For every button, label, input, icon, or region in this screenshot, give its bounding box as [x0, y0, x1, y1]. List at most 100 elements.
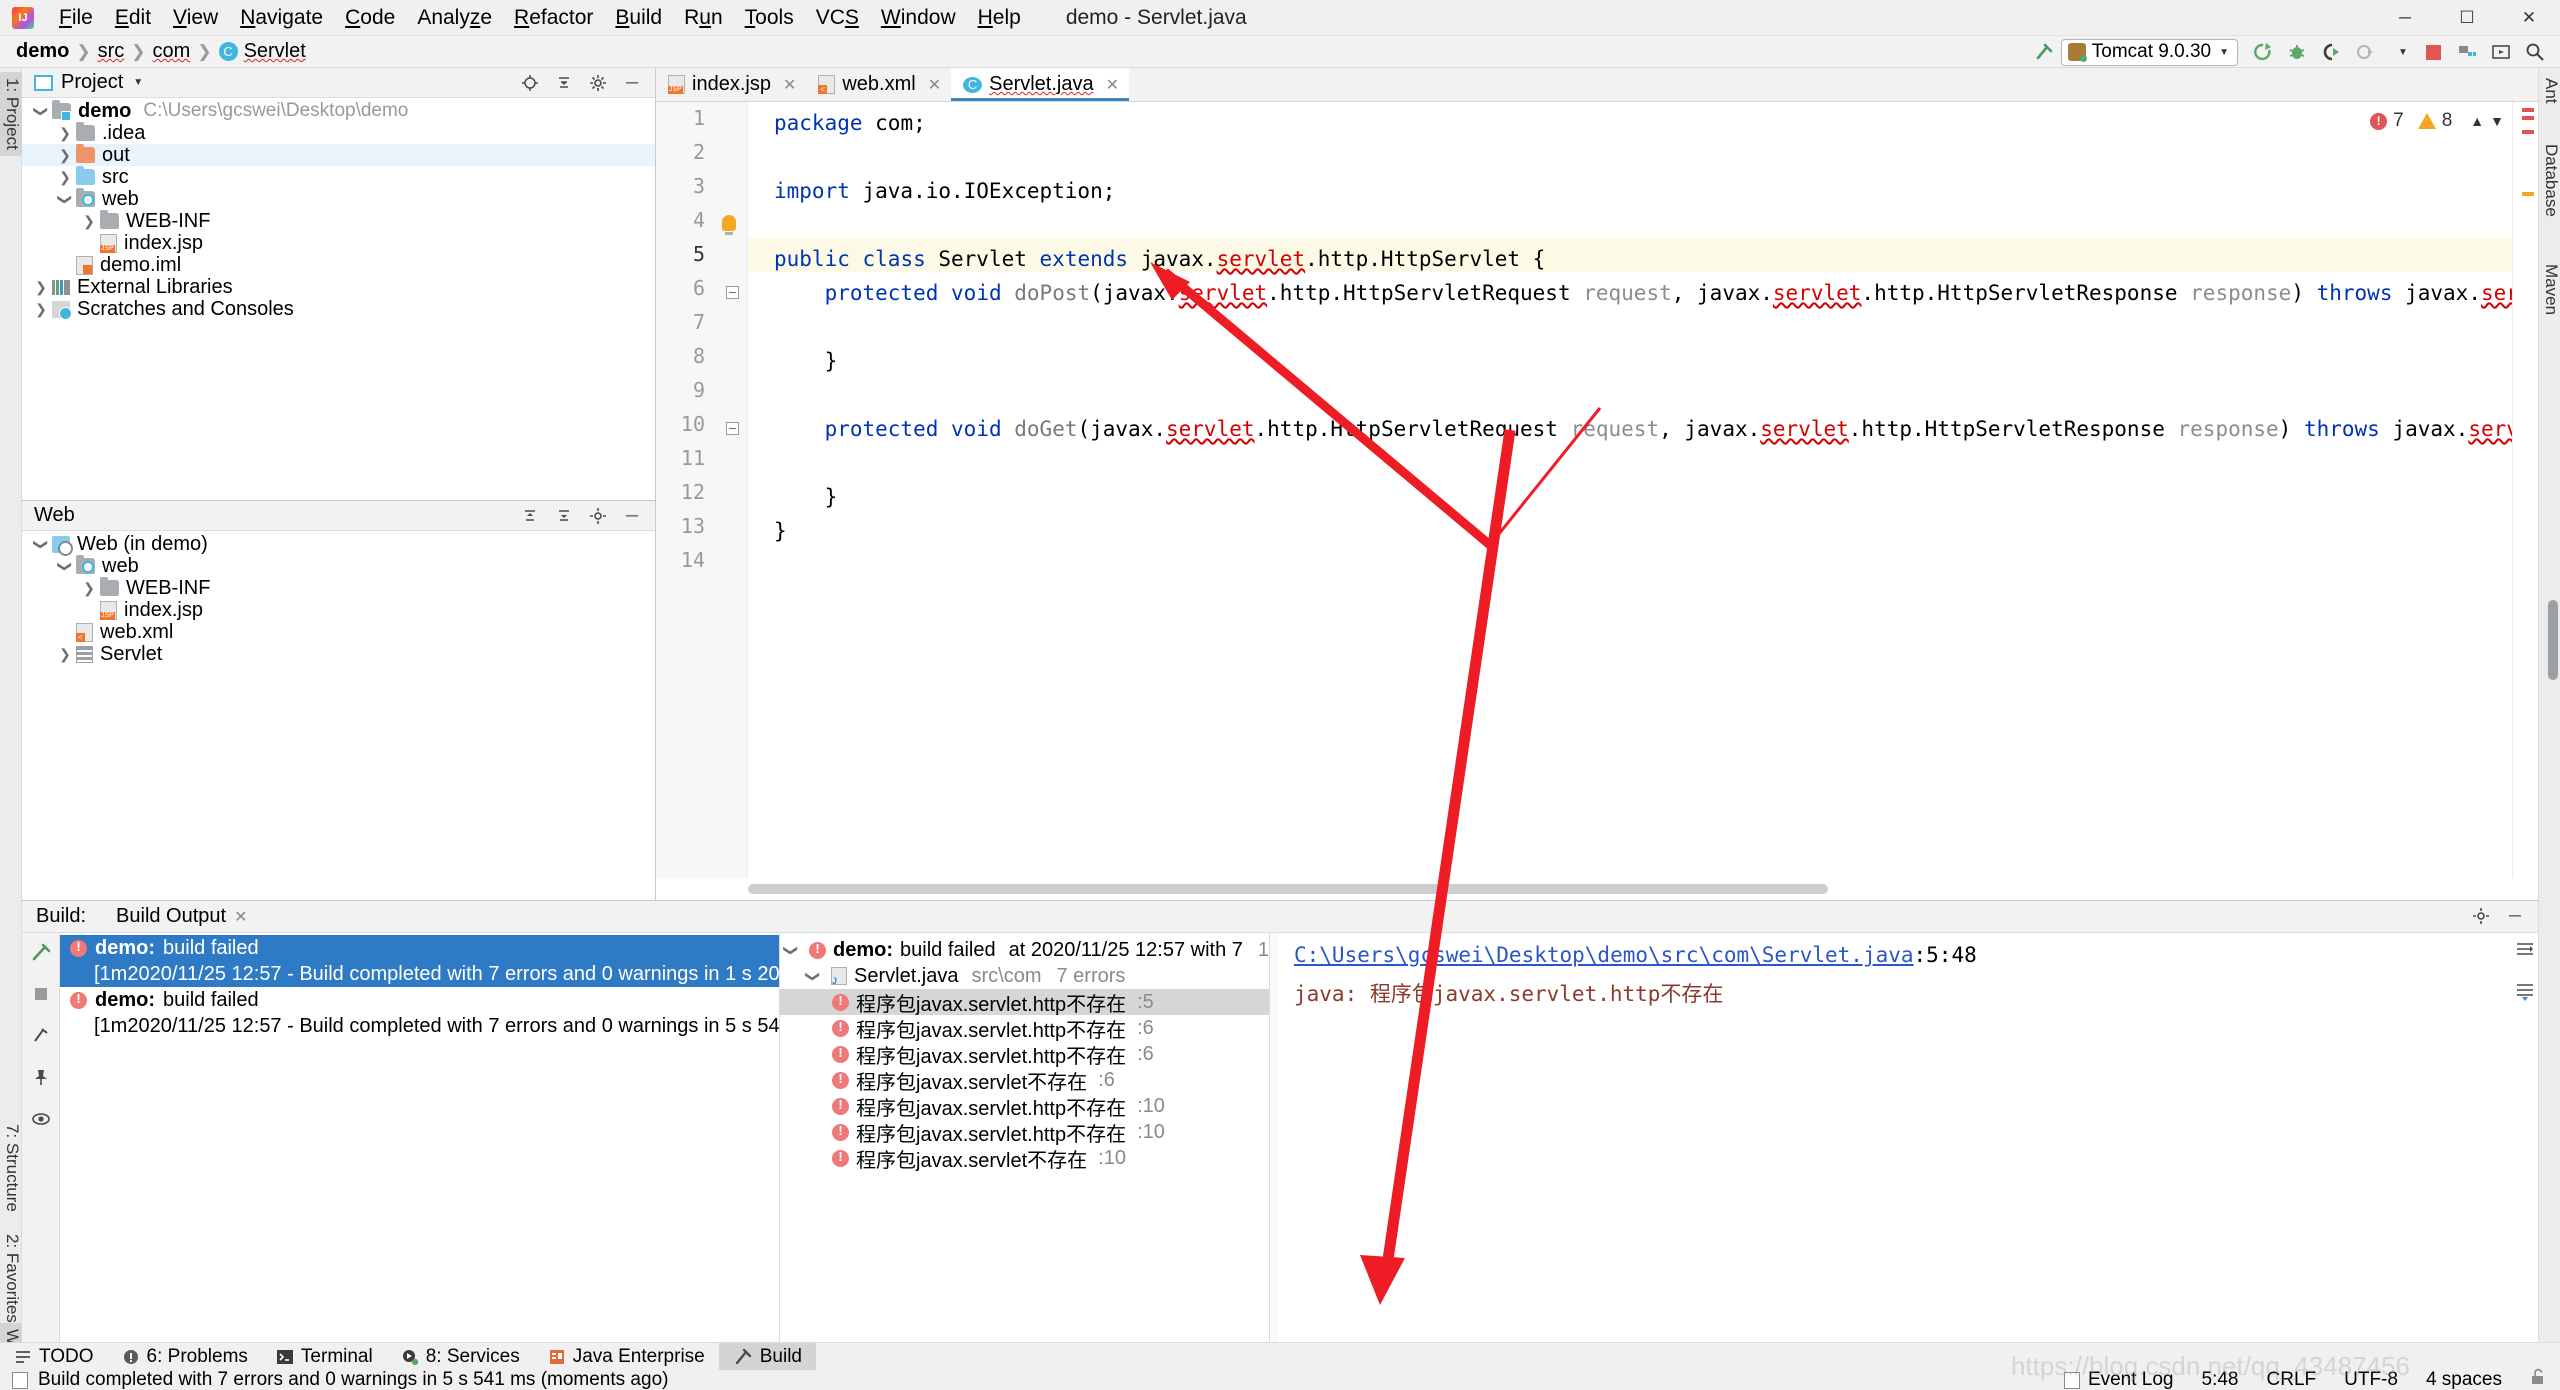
chevron-down-icon[interactable]: ❯ [57, 555, 74, 577]
close-icon[interactable]: ✕ [234, 907, 247, 927]
project-tree-item-scratches-and-consoles[interactable]: ❯Scratches and Consoles [22, 298, 655, 320]
project-tree-item-web[interactable]: ❯web [22, 188, 655, 210]
run-configuration-selector[interactable]: Tomcat 9.0.30 ▼ [2061, 39, 2238, 66]
chevron-right-icon[interactable]: ❯ [30, 279, 52, 296]
profiler-icon[interactable] [2348, 37, 2382, 67]
project-tree-item-external-libraries[interactable]: ❯External Libraries [22, 276, 655, 298]
chevron-down-icon[interactable]: ❯ [57, 188, 74, 210]
editor-tab-servlet-java[interactable]: CServlet.java✕ [951, 68, 1129, 101]
chevron-right-icon[interactable]: ❯ [54, 646, 76, 663]
soft-wrap-icon[interactable] [2514, 939, 2536, 967]
bottom-bar-terminal[interactable]: Terminal [262, 1343, 387, 1371]
rerun-build-icon[interactable] [30, 941, 52, 969]
build-output-list[interactable]: demo: build failed[1m2020/11/25 12:57 -… [60, 933, 780, 1350]
chevron-right-icon[interactable]: ❯ [54, 169, 76, 186]
chevron-right-icon[interactable]: ❯ [30, 301, 52, 318]
search-everywhere-icon[interactable] [2518, 37, 2552, 67]
code-fold-icon[interactable] [726, 286, 739, 299]
chevron-right-icon[interactable]: ❯ [54, 147, 76, 164]
build-error-tree[interactable]: ❯demo: build failedat 2020/11/25 12:57 w… [780, 933, 1270, 1350]
menu-analyze[interactable]: Analyze [406, 2, 503, 34]
web-tree[interactable]: ❯Web (in demo)❯web❯WEB-INFindex.jspweb.x… [22, 531, 655, 665]
breadcrumb-item-2[interactable]: com [153, 40, 191, 63]
scrollbar-thumb[interactable] [748, 884, 1828, 894]
stripe-project[interactable]: 1: Project [0, 72, 22, 156]
chevron-right-icon[interactable]: ❯ [78, 213, 100, 230]
build-error-row[interactable]: 程序包javax.servlet.http不存在:10 [780, 1093, 1269, 1119]
code-line-12[interactable]: } [774, 480, 837, 514]
chevron-down-icon[interactable]: ❯ [33, 533, 50, 555]
menu-file[interactable]: File [48, 2, 104, 34]
code-line-8[interactable]: } [774, 344, 837, 378]
main-menu[interactable]: File Edit View Navigate Code Analyze Ref… [48, 2, 1032, 34]
stripe-database[interactable]: Database [2539, 138, 2560, 223]
code-line-5[interactable]: public class Servlet extends javax.servl… [774, 242, 1545, 276]
project-tree[interactable]: ❯demoC:\Users\gcswei\Desktop\demo❯.idea❯… [22, 98, 655, 320]
web-tree-item-web-xml[interactable]: web.xml [22, 621, 655, 643]
next-problem-icon[interactable]: ▼ [2490, 113, 2504, 129]
chevron-down-icon[interactable]: ▼ [133, 77, 143, 88]
menu-tools[interactable]: Tools [734, 2, 805, 34]
menu-refactor[interactable]: Refactor [503, 2, 604, 34]
bottom-bar-8-services[interactable]: 8: Services [387, 1343, 534, 1371]
build-error-row[interactable]: 程序包javax.servlet不存在:6 [780, 1067, 1269, 1093]
marker-error[interactable] [2522, 130, 2534, 134]
close-icon[interactable]: ✕ [928, 75, 941, 95]
horizontal-scrollbar[interactable] [748, 878, 2512, 900]
project-tree-item-web-inf[interactable]: ❯WEB-INF [22, 210, 655, 232]
tab-build-output[interactable]: Build Output ✕ [108, 901, 255, 932]
chevron-down-icon[interactable]: ❯ [805, 965, 822, 987]
bottom-bar-build[interactable]: Build [719, 1343, 816, 1371]
prev-problem-icon[interactable]: ▲ [2470, 113, 2484, 129]
settings-icon[interactable] [31, 1025, 51, 1051]
layout-icon[interactable] [2484, 37, 2518, 67]
pin-icon[interactable] [31, 1067, 51, 1093]
project-tree-item-demo-iml[interactable]: demo.iml [22, 254, 655, 276]
web-tree-item-web[interactable]: ❯web [22, 555, 655, 577]
breadcrumb-item-0[interactable]: demo [16, 40, 69, 63]
web-tree-item-servlet[interactable]: ❯Servlet [22, 643, 655, 665]
stripe-ant[interactable]: Ant [2539, 72, 2560, 110]
build-hammer-icon[interactable] [2027, 37, 2061, 67]
indent-setting[interactable]: 4 spaces [2426, 1369, 2502, 1390]
close-icon[interactable]: ✕ [2498, 0, 2560, 36]
update-application-icon[interactable] [2450, 37, 2484, 67]
editor-tab-index-jsp[interactable]: index.jsp✕ [656, 68, 806, 101]
code-line-3[interactable]: import java.io.IOException; [774, 174, 1115, 208]
chevron-down-icon[interactable]: ❯ [33, 100, 50, 122]
marker-error[interactable] [2522, 116, 2534, 120]
build-error-row[interactable]: 程序包javax.servlet不存在:10 [780, 1145, 1269, 1171]
close-icon[interactable]: ✕ [783, 75, 796, 95]
web-tree-item-web-inf[interactable]: ❯WEB-INF [22, 577, 655, 599]
inspection-marker-bar[interactable] [2512, 102, 2538, 878]
project-tree-item--idea[interactable]: ❯.idea [22, 122, 655, 144]
collapse-all-icon[interactable] [547, 68, 581, 98]
code-editor[interactable]: package com;import java.io.IOException;p… [748, 102, 2538, 878]
editor-vertical-scrollbar-thumb[interactable] [2548, 600, 2558, 680]
project-tree-item-src[interactable]: ❯src [22, 166, 655, 188]
menu-edit[interactable]: Edit [104, 2, 162, 34]
maximize-icon[interactable]: ☐ [2436, 0, 2498, 36]
expand-all-icon[interactable] [513, 501, 547, 531]
unlocked-icon[interactable] [2530, 1368, 2546, 1390]
minimize-icon[interactable]: ─ [2374, 0, 2436, 36]
build-output-item[interactable]: demo: build failed [60, 935, 779, 961]
breadcrumb-item-1[interactable]: src [98, 40, 125, 63]
menu-vcs[interactable]: VCS [805, 2, 870, 34]
build-tree-file[interactable]: ❯Servlet.javasrc\com7 errors [780, 963, 1269, 989]
menu-navigate[interactable]: Navigate [229, 2, 334, 34]
settings-gear-icon[interactable] [581, 501, 615, 531]
error-file-link[interactable]: C:\Users\gcswei\Desktop\demo\src\com\Ser… [1294, 943, 1914, 967]
stop-icon[interactable] [2416, 37, 2450, 67]
close-icon[interactable]: ✕ [1106, 75, 1119, 95]
marker-warning[interactable] [2522, 192, 2534, 196]
editor-tab-web-xml[interactable]: web.xml✕ [806, 68, 951, 101]
stripe-favorites[interactable]: 2: Favorites [0, 1228, 22, 1329]
build-error-row[interactable]: 程序包javax.servlet.http不存在:10 [780, 1119, 1269, 1145]
run-with-coverage-icon[interactable] [2314, 37, 2348, 67]
code-fold-icon[interactable] [726, 422, 739, 435]
marker-error[interactable] [2522, 108, 2534, 112]
build-error-row[interactable]: 程序包javax.servlet.http不存在:6 [780, 1015, 1269, 1041]
web-tree-item-index-jsp[interactable]: index.jsp [22, 599, 655, 621]
locate-icon[interactable] [513, 68, 547, 98]
